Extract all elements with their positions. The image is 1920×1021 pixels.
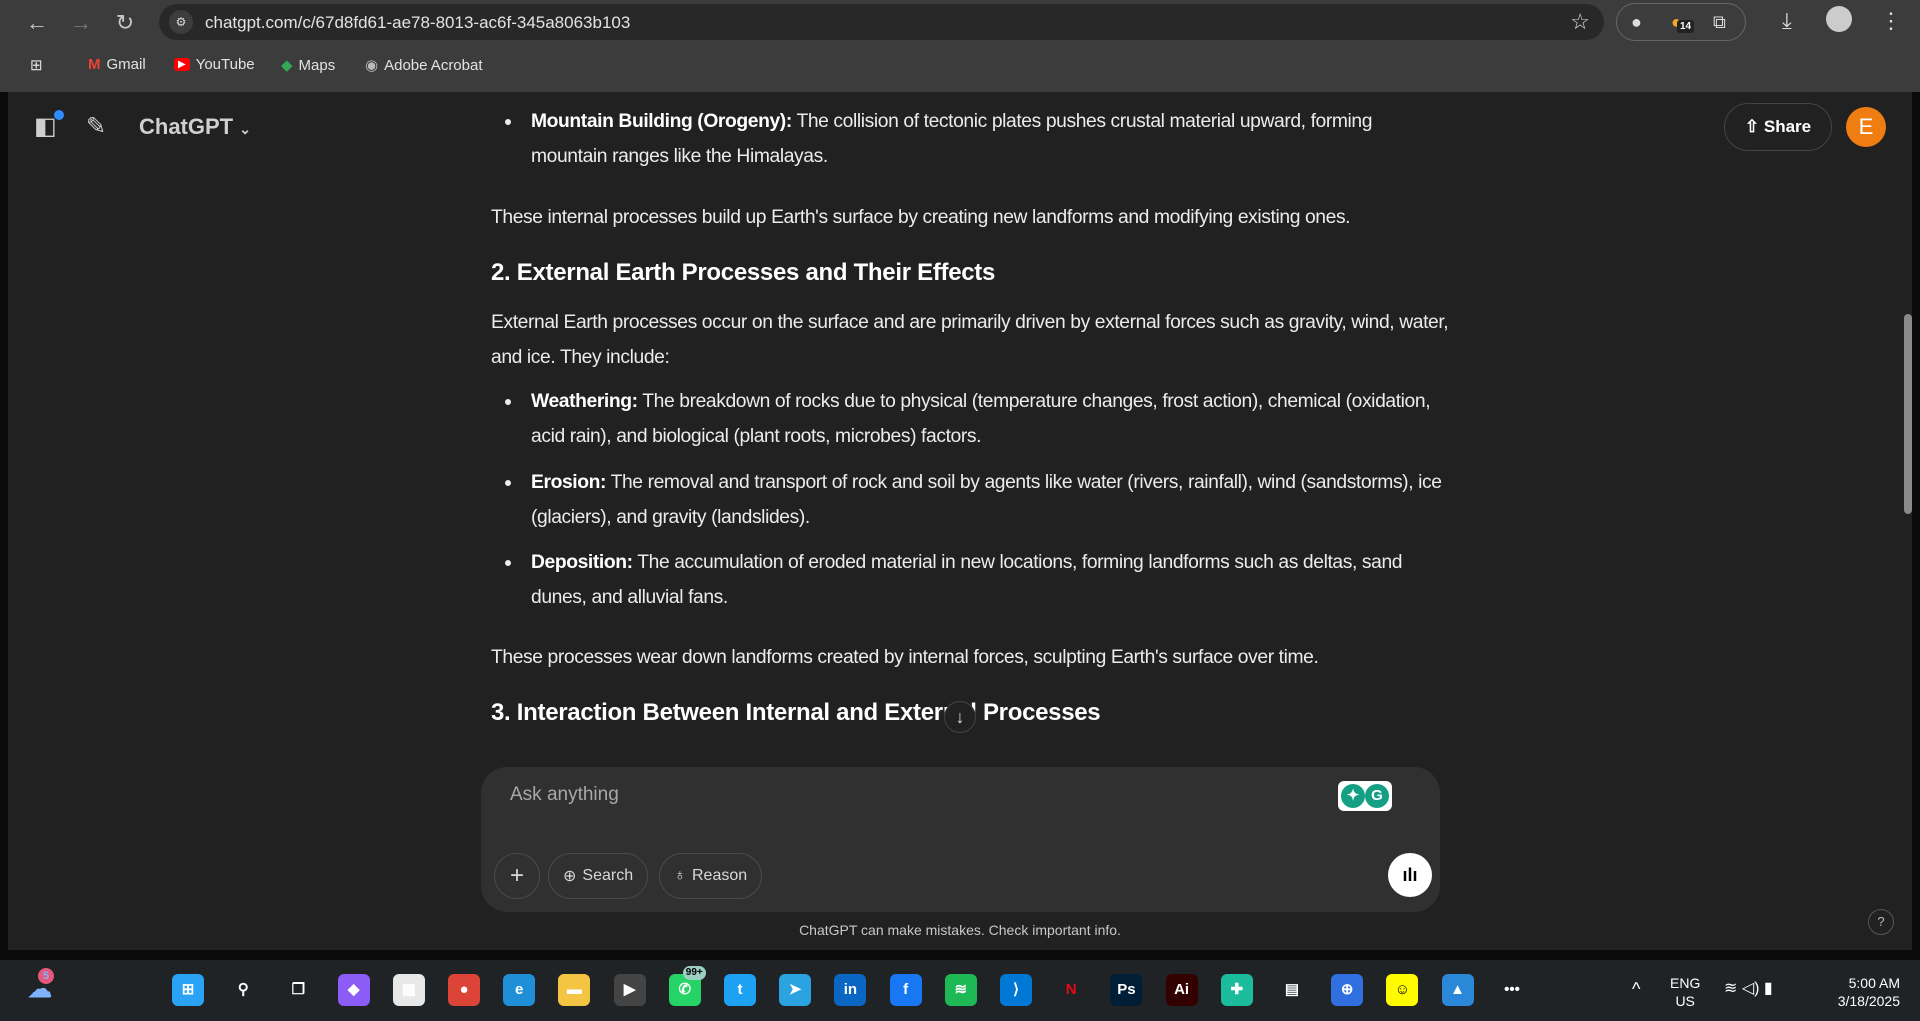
address-bar[interactable]: ⚙ chatgpt.com/c/67d8fd61-ae78-8013-ac6f-… [159,4,1604,40]
scroll-down-arrow-icon[interactable]: ↓ [944,701,976,733]
disclaimer: ChatGPT can make mistakes. Check importa… [799,922,1121,938]
gmail-icon: M [88,56,101,73]
user-avatar[interactable]: E [1846,107,1886,147]
network-volume-battery-icons[interactable]: ≋ ◁) ▮ [1724,980,1773,998]
puzzle-icon[interactable]: ⧉ [1713,12,1726,33]
url-text[interactable]: chatgpt.com/c/67d8fd61-ae78-8013-ac6f-34… [205,13,630,33]
globe-icon: ◉ [365,57,379,74]
taskbar-app-green-icon[interactable]: ✚ [1220,974,1253,1006]
bookmark-maps[interactable]: ◆ Maps [281,56,335,75]
globe-icon: ⊕ [563,868,577,885]
bookmark-gmail[interactable]: M Gmail [88,56,146,73]
taskbar-illustrator-icon[interactable]: Ai [1165,974,1198,1006]
taskbar-task-view-icon[interactable]: ❐ [282,974,314,1006]
taskbar-media-player-icon[interactable]: ▶ [613,974,646,1006]
grammarly-bulb-icon: ✦ [1341,784,1365,808]
menu-icon[interactable]: ⋮ [1880,8,1902,34]
back-button[interactable]: ← [22,8,52,38]
list-item: Weathering: The breakdown of rocks due t… [491,384,1451,454]
weather-icon[interactable]: ☁ 5 [24,968,56,1006]
lightbulb-icon: ♁ [674,867,686,884]
bookmark-youtube[interactable]: ▶ YouTube [174,56,255,73]
taskbar: ☁ 5 ⊞ ⚲ ❐ ◆ ▦ ● e ▬ ▶ ✆ 99+ t ➤ in f ≋ ⟩ N Ps Ai ✚ ▤ ⊕ ☺ ▲ ••• ^ E… [0,960,1920,1021]
taskbar-vscode-icon[interactable]: ⟩ [1000,974,1032,1006]
taskbar-twitter-icon[interactable]: t [724,974,756,1006]
reload-button[interactable]: ↻ [110,8,140,38]
list-item: Mountain Building (Orogeny): The collisi… [491,104,1451,174]
browser-chrome: ← → ↻ ⚙ chatgpt.com/c/67d8fd61-ae78-8013… [0,0,1920,92]
profile-avatar[interactable] [1826,6,1852,32]
language-indicator[interactable]: ENG US [1670,974,1700,1010]
extension-icon[interactable]: ● [1631,12,1642,33]
taskbar-more-icon[interactable]: ••• [1496,974,1528,1006]
voice-mode-button[interactable]: ılı [1388,853,1432,897]
reason-button[interactable]: ♁ Reason [659,853,763,899]
scrollbar[interactable] [1904,314,1912,514]
taskbar-netflix-icon[interactable]: N [1055,974,1087,1006]
sidebar-toggle-icon[interactable]: ◧ [34,110,64,142]
taskbar-linkedin-icon[interactable]: in [834,974,867,1006]
maps-icon: ◆ [281,57,293,74]
list-item: Deposition: The accumulation of eroded m… [491,545,1451,615]
section-heading: 2. External Earth Processes and Their Ef… [491,259,996,286]
list-item: Erosion: The removal and transport of ro… [491,465,1451,535]
forward-button[interactable]: → [66,8,96,38]
plus-icon: + [509,862,524,889]
waveform-icon: ılı [1402,865,1418,885]
youtube-icon: ▶ [174,58,190,71]
message-content: Mountain Building (Orogeny): The collisi… [491,104,1451,727]
share-button[interactable]: ⇧ Share [1724,103,1832,151]
help-button[interactable]: ? [1868,909,1894,935]
taskbar-start-icon[interactable]: ⊞ [172,974,204,1006]
chatgpt-page: ◧ ✎ ChatGPT ⌄ ⇧ Share E Mountain Buildin… [8,92,1912,950]
taskbar-spotify-icon[interactable]: ≋ [944,974,977,1006]
bookmark-adobe-acrobat[interactable]: ◉ Adobe Acrobat [365,56,483,75]
taskbar-photoshop-icon[interactable]: Ps [1110,974,1143,1006]
taskbar-store-icon[interactable]: ▦ [392,974,425,1006]
taskbar-file-explorer-icon[interactable]: ▬ [558,974,591,1006]
chevron-down-icon: ⌄ [239,121,251,137]
taskbar-app-blue-icon[interactable]: ⊕ [1331,974,1364,1006]
taskbar-reader-icon[interactable]: ▤ [1276,974,1308,1006]
composer: Ask anything ✦ G + ⊕ Search ♁ Reason ılı [481,767,1440,912]
taskbar-edge-icon[interactable]: e [503,974,536,1006]
clock[interactable]: 5:00 AM 3/18/2025 [1830,974,1900,1010]
paragraph: External Earth processes occur on the su… [491,312,1449,368]
new-chat-icon[interactable]: ✎ [86,112,116,142]
extension-badge: 14 [1677,20,1695,33]
grammarly-icon: G [1365,784,1389,808]
attach-button[interactable]: + [494,853,540,899]
paragraph: These internal processes build up Earth'… [491,207,1351,228]
grammarly-widget[interactable]: ✦ G [1338,781,1392,811]
taskbar-telegram-icon[interactable]: ➤ [779,974,812,1006]
download-icon[interactable]: ⤓ [1782,8,1792,34]
taskbar-photos-icon[interactable]: ▲ [1441,974,1474,1006]
taskbar-search-icon[interactable]: ⚲ [227,974,259,1006]
taskbar-copilot-icon[interactable]: ◆ [337,974,370,1006]
taskbar-snapchat-icon[interactable]: ☺ [1386,974,1419,1006]
paragraph: These processes wear down landforms crea… [491,647,1319,668]
tray-chevron-icon[interactable]: ^ [1632,980,1640,998]
model-selector[interactable]: ChatGPT ⌄ [139,114,251,140]
share-icon: ⇧ [1744,117,1760,136]
apps-icon[interactable]: ⊞ [30,56,43,74]
taskbar-whatsapp-icon[interactable]: ✆ 99+ [668,966,706,1006]
prompt-input[interactable]: Ask anything [510,784,619,806]
taskbar-chrome-icon[interactable]: ● [448,974,480,1006]
search-button[interactable]: ⊕ Search [548,853,649,899]
bookmark-star-icon[interactable]: ☆ [1570,9,1590,35]
whatsapp-badge: 99+ [682,966,706,980]
taskbar-facebook-icon[interactable]: f [889,974,922,1006]
site-info-icon[interactable]: ⚙ [169,10,193,34]
